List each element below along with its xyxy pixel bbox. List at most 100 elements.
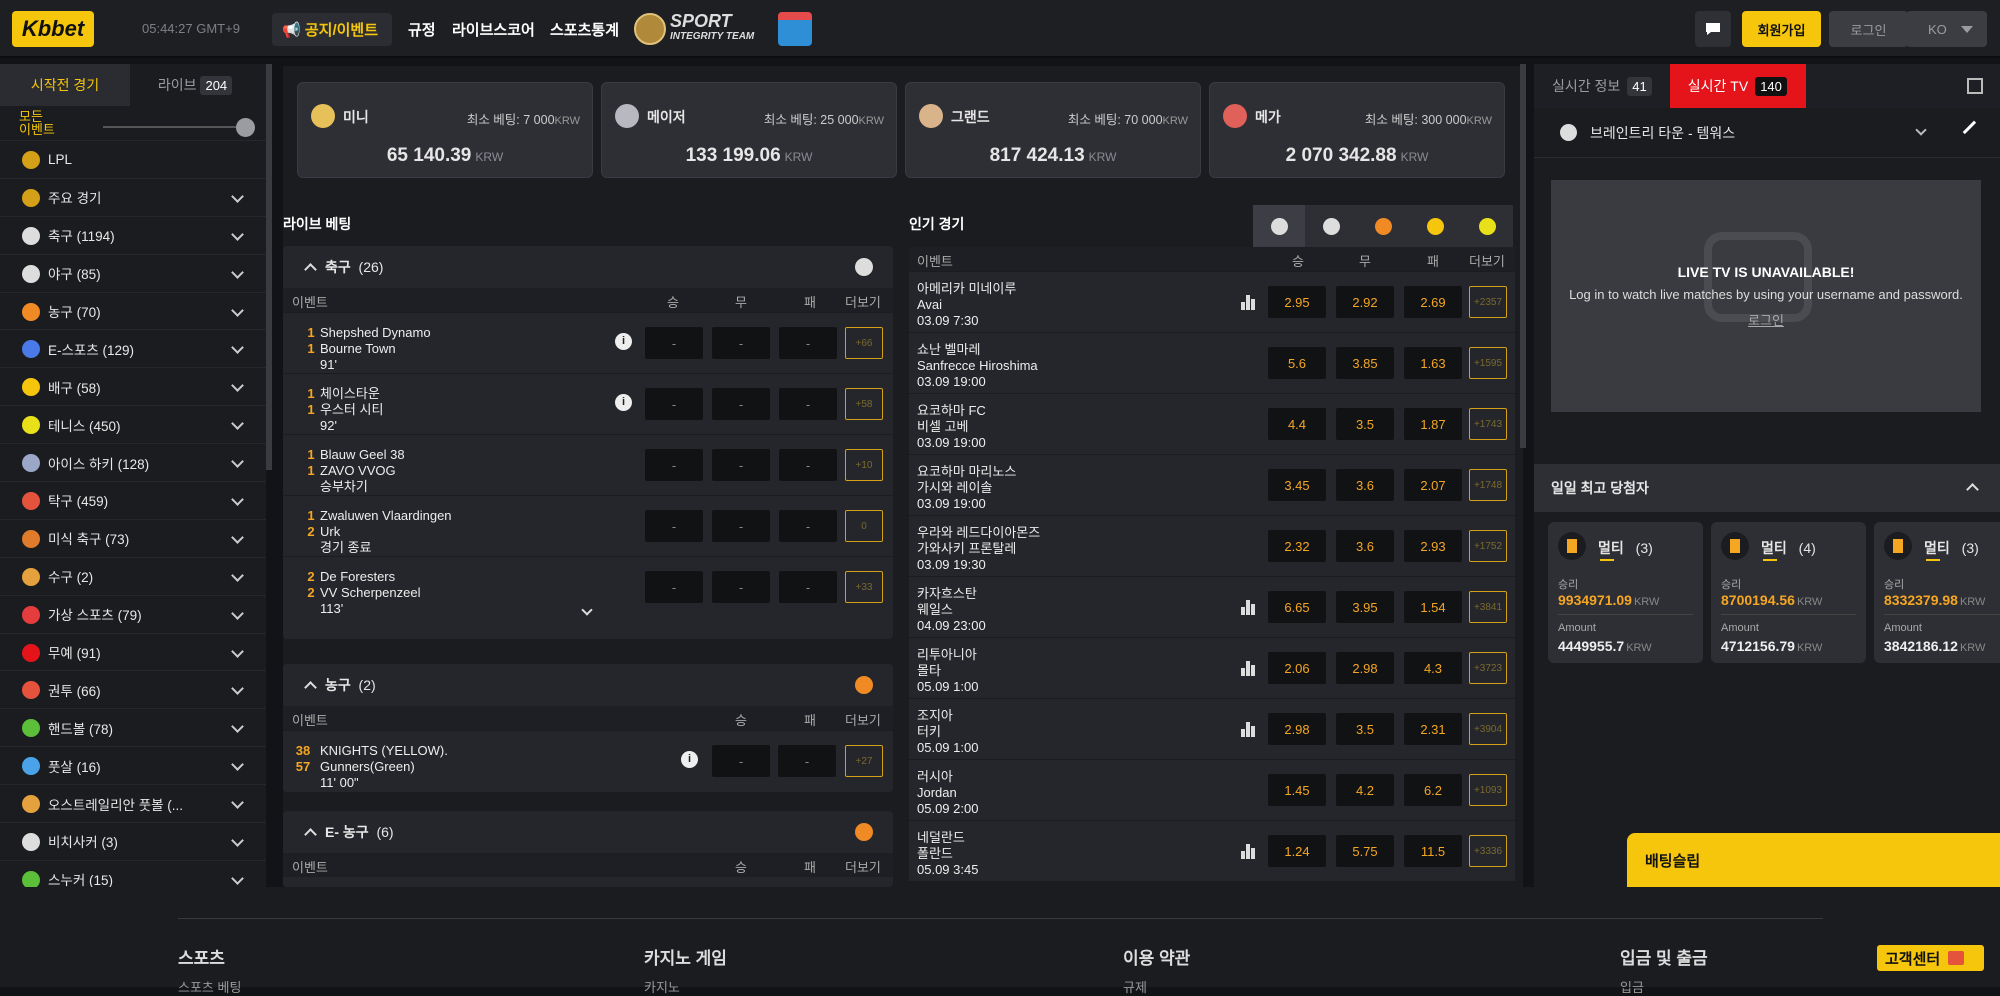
popular-event-row[interactable]: 리투아니아 몰타 05.09 1:00 2.06 2.98 4.3 +3723 xyxy=(909,637,1515,698)
expand-icon[interactable] xyxy=(1967,78,1983,94)
info-icon[interactable]: i xyxy=(681,751,698,768)
odd-win[interactable]: - xyxy=(645,510,703,542)
odd-win[interactable]: 5.6 xyxy=(1268,347,1326,379)
odd-loss[interactable]: 11.5 xyxy=(1404,835,1462,867)
popular-event-row[interactable]: 쇼난 벨마레 Sanfrecce Hiroshima 03.09 19:00 5.6 3… xyxy=(909,332,1515,393)
odd-draw[interactable]: - xyxy=(712,388,770,420)
odd-loss[interactable]: 2.93 xyxy=(1404,530,1462,562)
tab-popular-basketball[interactable] xyxy=(1357,205,1409,247)
tab-popular-soccer[interactable] xyxy=(1253,205,1305,247)
odd-draw[interactable]: 4.2 xyxy=(1336,774,1394,806)
site-logo[interactable]: Kbbet xyxy=(12,11,94,47)
odd-loss[interactable]: - xyxy=(779,388,837,420)
events-slider-knob[interactable] xyxy=(236,118,255,137)
stats-icon[interactable] xyxy=(1241,294,1255,310)
odd-draw[interactable]: - xyxy=(712,327,770,359)
betslip-button[interactable]: 배팅슬립 xyxy=(1627,833,2000,887)
info-icon[interactable]: i xyxy=(615,394,632,411)
odd-win[interactable]: - xyxy=(645,388,703,420)
tab-live-info[interactable]: 실시간 정보 41 xyxy=(1534,64,1670,108)
popular-event-row[interactable]: 조지아 터키 05.09 1:00 2.98 3.5 2.31 +3904 xyxy=(909,698,1515,759)
live-event-row[interactable]: 1 1 Shepshed Dynamo Bourne Town 91' i - - - +66 xyxy=(283,312,893,373)
more-markets-button[interactable]: +10 xyxy=(845,449,883,481)
sidebar-item[interactable]: 무예 (91) xyxy=(0,632,266,671)
odd-loss[interactable]: 1.54 xyxy=(1404,591,1462,623)
sidebar-item[interactable]: 아이스 하키 (128) xyxy=(0,443,266,481)
sidebar-item[interactable]: 핸드볼 (78) xyxy=(0,708,266,746)
odd-win[interactable]: 2.06 xyxy=(1268,652,1326,684)
chevron-down-icon[interactable] xyxy=(231,493,244,506)
main-scrollbar[interactable] xyxy=(1520,64,1526,448)
sidebar-item[interactable]: 비치사커 (3) xyxy=(0,822,266,860)
more-markets-button[interactable]: +58 xyxy=(845,388,883,420)
odd-draw[interactable]: 3.6 xyxy=(1336,530,1394,562)
sidebar-item[interactable]: 스누커 (15) xyxy=(0,859,266,887)
more-markets-button[interactable]: +3336 xyxy=(1469,835,1507,867)
sidebar-item[interactable]: 축구 (1194) xyxy=(0,215,266,254)
popular-event-row[interactable]: 카자흐스탄 웨일스 04.09 23:00 6.65 3.95 1.54 +3841 xyxy=(909,576,1515,637)
sport-integrity-badge[interactable]: SPORT INTEGRITY TEAM xyxy=(634,8,764,50)
odd-loss[interactable]: 2.69 xyxy=(1404,286,1462,318)
odd-draw[interactable]: 3.5 xyxy=(1336,713,1394,745)
all-events-filter[interactable]: 모든 이벤트 xyxy=(0,106,266,140)
odd-draw[interactable]: 2.92 xyxy=(1336,286,1394,318)
chevron-down-icon[interactable] xyxy=(231,682,244,696)
odd-loss[interactable]: 4.3 xyxy=(1404,652,1462,684)
odd-draw[interactable]: - xyxy=(712,449,770,481)
chevron-down-icon[interactable] xyxy=(231,227,244,241)
odd-loss[interactable]: - xyxy=(779,449,837,481)
sidebar-item[interactable]: 테니스 (450) xyxy=(0,405,266,443)
chevron-down-icon[interactable] xyxy=(231,644,244,658)
signup-button[interactable]: 회원가입 xyxy=(1742,11,1821,47)
odd-loss[interactable]: - xyxy=(779,571,837,603)
daily-winners-header[interactable]: 일일 최고 당첨자 xyxy=(1534,464,2000,512)
chevron-down-icon[interactable] xyxy=(231,190,244,203)
live-event-row[interactable]: 1 2 Zwaluwen Vlaardingen Urk 경기 종료 - - -0 xyxy=(283,495,893,556)
odd-win[interactable]: 1.24 xyxy=(1268,835,1326,867)
nav-livescore[interactable]: 라이브스코어 xyxy=(452,13,535,46)
chevron-down-icon[interactable] xyxy=(231,455,244,468)
sidebar-item[interactable]: 풋살 (16) xyxy=(0,746,266,784)
odd-win[interactable]: 4.4 xyxy=(1268,408,1326,440)
login-button[interactable]: 로그인 xyxy=(1829,11,1908,47)
odd-draw[interactable]: 2.98 xyxy=(1336,652,1394,684)
customer-center-button[interactable]: 고객센터 xyxy=(1877,945,1984,971)
odd-win[interactable]: 2.32 xyxy=(1268,530,1326,562)
stats-icon[interactable] xyxy=(1241,660,1255,676)
live-event-row[interactable]: 1 1 Blauw Geel 38 ZAVO VVOG 승부차기 - - - +10 xyxy=(283,434,893,495)
more-markets-button[interactable]: +33 xyxy=(845,571,883,603)
more-markets-button[interactable]: +2357 xyxy=(1469,286,1507,318)
odd-draw[interactable]: - xyxy=(712,510,770,542)
odd-draw[interactable]: 5.75 xyxy=(1336,835,1394,867)
odd-loss[interactable]: - xyxy=(779,327,837,359)
chat-button[interactable] xyxy=(1695,11,1731,47)
odd-loss[interactable]: 2.31 xyxy=(1404,713,1462,745)
info-icon[interactable]: i xyxy=(615,333,632,350)
more-markets-button[interactable]: +1093 xyxy=(1469,774,1507,806)
sidebar-item[interactable]: 야구 (85) xyxy=(0,253,266,292)
odd-draw[interactable]: - xyxy=(712,571,770,603)
live-event-row[interactable]: 1 1 체이스타운 우스터 시티 92' i - - - +58 xyxy=(283,373,893,434)
sidebar-item[interactable]: LPL xyxy=(0,140,266,178)
more-markets-button[interactable]: +1752 xyxy=(1469,530,1507,562)
popular-event-row[interactable]: 요코하마 마리노스 가시와 레이솔 03.09 19:00 3.45 3.6 2.07 +1… xyxy=(909,454,1515,515)
popular-event-row[interactable]: 네덜란드 폴란드 05.09 3:45 1.24 5.75 11.5 +3336 xyxy=(909,820,1515,881)
more-markets-button[interactable]: +1595 xyxy=(1469,347,1507,379)
odd-loss[interactable]: - xyxy=(779,510,837,542)
odd-win[interactable]: 2.98 xyxy=(1268,713,1326,745)
popular-event-row[interactable]: 우라와 레드다이아몬즈 가와사키 프론탈레 03.09 19:30 2.32 3.6 2.… xyxy=(909,515,1515,576)
odd-loss[interactable]: - xyxy=(778,745,836,777)
live-soccer-header[interactable]: 축구 (26) xyxy=(283,246,893,288)
language-select[interactable]: KO xyxy=(1906,11,1987,47)
tab-live-tv[interactable]: 실시간 TV 140 xyxy=(1669,64,1806,108)
chevron-down-icon[interactable] xyxy=(231,341,244,355)
odd-win[interactable]: - xyxy=(645,449,703,481)
chevron-up-icon[interactable] xyxy=(304,828,317,841)
chevron-down-icon[interactable] xyxy=(231,265,244,279)
odd-win[interactable]: - xyxy=(645,327,703,359)
chevron-down-icon[interactable] xyxy=(231,531,244,544)
more-markets-button[interactable]: +3723 xyxy=(1469,652,1507,684)
odd-loss[interactable]: 6.2 xyxy=(1404,774,1462,806)
sidebar-scrollbar[interactable] xyxy=(266,64,272,470)
more-markets-button[interactable]: +1743 xyxy=(1469,408,1507,440)
